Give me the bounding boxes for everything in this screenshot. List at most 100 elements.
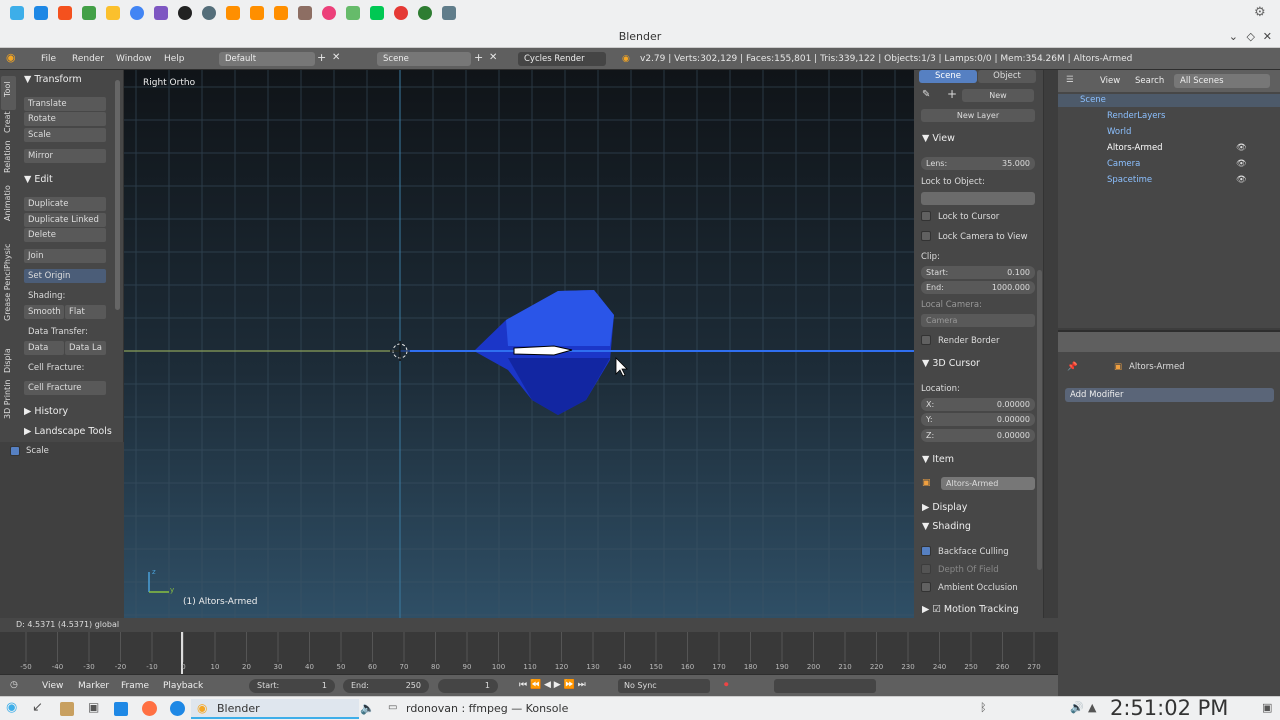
image-icon[interactable] bbox=[298, 6, 312, 20]
speaker-icon[interactable]: 🔈 bbox=[360, 701, 375, 715]
rotate-button[interactable]: Rotate bbox=[24, 112, 106, 126]
display-panel-header[interactable]: ▶ Display bbox=[914, 499, 1044, 517]
view-panel-header[interactable]: ▼ View bbox=[914, 130, 1044, 148]
scale-button[interactable]: Scale bbox=[24, 128, 106, 142]
menu-render[interactable]: Render bbox=[72, 54, 104, 64]
browser-icon[interactable] bbox=[170, 701, 185, 716]
outliner-renderlayers[interactable]: RenderLayers bbox=[1107, 111, 1165, 121]
set-origin-select[interactable]: Set Origin bbox=[24, 269, 106, 283]
3d-cursor-panel-header[interactable]: ▼ 3D Cursor bbox=[914, 355, 1044, 373]
join-button[interactable]: Join bbox=[24, 249, 106, 263]
duplicate-linked-button[interactable]: Duplicate Linked bbox=[24, 213, 106, 227]
bluetooth-icon[interactable]: ᛒ bbox=[980, 701, 987, 714]
local-camera-field[interactable]: Camera bbox=[921, 314, 1035, 327]
color-icon[interactable] bbox=[322, 6, 336, 20]
scene-selector[interactable]: Scene bbox=[377, 52, 471, 66]
clip-end-field[interactable]: End: 1000.000 bbox=[921, 281, 1035, 294]
outliner-search-menu[interactable]: Search bbox=[1135, 76, 1164, 86]
data-button[interactable]: Data bbox=[24, 341, 64, 355]
outliner-filter-select[interactable]: All Scenes bbox=[1174, 74, 1270, 88]
transform-panel-header[interactable]: ▼ Transform bbox=[24, 74, 82, 85]
close-icon[interactable]: ✕ bbox=[1263, 26, 1272, 48]
presentation-icon[interactable] bbox=[58, 6, 72, 20]
obs-icon[interactable] bbox=[178, 6, 192, 20]
start-frame-field[interactable]: Start: 1 bbox=[249, 679, 335, 693]
kde-menu-icon[interactable] bbox=[10, 6, 24, 20]
menu-window[interactable]: Window bbox=[116, 54, 152, 64]
pin-icon[interactable]: 📌 bbox=[1067, 362, 1078, 372]
clip-start-field[interactable]: Start: 0.100 bbox=[921, 266, 1035, 279]
visibility-eye-icon-3[interactable]: 👁 bbox=[1236, 175, 1247, 185]
history-panel-header[interactable]: ▶ History bbox=[24, 406, 68, 417]
render-border-checkbox[interactable] bbox=[921, 335, 931, 345]
screen-icon[interactable] bbox=[442, 6, 456, 20]
outliner-spacetime[interactable]: Spacetime bbox=[1107, 175, 1152, 185]
new-layer-button[interactable]: New Layer bbox=[921, 109, 1035, 122]
lens-field[interactable]: Lens: 35.000 bbox=[921, 157, 1035, 170]
menu-help[interactable]: Help bbox=[164, 54, 185, 64]
add-icon[interactable]: + bbox=[947, 87, 957, 101]
tab-display[interactable]: Displa bbox=[3, 348, 15, 373]
edit-panel-header[interactable]: ▼ Edit bbox=[24, 174, 53, 185]
lock-to-cursor-checkbox[interactable] bbox=[921, 211, 931, 221]
tab-object[interactable]: Object bbox=[978, 70, 1036, 83]
lock-object-field[interactable] bbox=[921, 192, 1035, 205]
minimize-icon[interactable]: ⌄ bbox=[1229, 26, 1238, 48]
green-app-icon[interactable] bbox=[370, 6, 384, 20]
tab-grease-pencil[interactable]: Grease Penci bbox=[3, 269, 15, 321]
tab-create[interactable]: Creat bbox=[3, 111, 15, 133]
maximize-icon[interactable]: ◇ bbox=[1247, 26, 1255, 48]
visibility-eye-icon[interactable]: 👁 bbox=[1236, 143, 1247, 153]
taskbar-app-icon[interactable] bbox=[60, 702, 74, 716]
timeline-frame-menu[interactable]: Frame bbox=[121, 681, 149, 691]
playback-controls-icon[interactable]: ⏮ ⏪ ◀ ▶ ⏩ ⏭ bbox=[519, 680, 586, 690]
end-frame-field[interactable]: End: 250 bbox=[343, 679, 429, 693]
vlc-icon-2[interactable] bbox=[250, 6, 264, 20]
cell-fracture-button[interactable]: Cell Fracture bbox=[24, 381, 106, 395]
pen-icon[interactable] bbox=[346, 6, 360, 20]
lock-camera-checkbox[interactable] bbox=[921, 231, 931, 241]
visibility-eye-icon-2[interactable]: 👁 bbox=[1236, 159, 1247, 169]
spaceship-object[interactable] bbox=[400, 290, 914, 415]
timeline[interactable]: -50 -40 -30 -20 -10 0 10 20 30 40 50 60 70 80 90 100 110… bbox=[0, 632, 1058, 674]
cursor-y-field[interactable]: Y: 0.00000 bbox=[921, 413, 1035, 426]
tray-expand-icon[interactable]: ▲ bbox=[1088, 701, 1096, 714]
current-frame-field[interactable]: 1 bbox=[438, 679, 498, 693]
red-record-icon[interactable] bbox=[394, 6, 408, 20]
3d-cursor-icon[interactable] bbox=[390, 341, 410, 361]
gear-icon[interactable]: ⚙ bbox=[1254, 5, 1270, 21]
tab-relation[interactable]: Relation bbox=[3, 140, 15, 173]
item-panel-header[interactable]: ▼ Item bbox=[914, 451, 1044, 469]
cursor-z-field[interactable]: Z: 0.00000 bbox=[921, 429, 1035, 442]
app-icon[interactable] bbox=[154, 6, 168, 20]
ambient-occlusion-checkbox[interactable] bbox=[921, 582, 931, 592]
smooth-button[interactable]: Smooth bbox=[24, 305, 64, 319]
toolshelf-scrollbar[interactable] bbox=[115, 80, 120, 310]
delete-button[interactable]: Delete bbox=[24, 228, 106, 242]
cursor-x-field[interactable]: X: 0.00000 bbox=[921, 398, 1035, 411]
outliner-altors-armed[interactable]: Altors-Armed bbox=[1107, 143, 1163, 153]
render-engine-select[interactable]: Cycles Render bbox=[518, 52, 606, 66]
volume-icon[interactable]: 🔊 bbox=[1070, 701, 1084, 714]
timeline-editor-icon[interactable]: ◷ bbox=[10, 680, 18, 690]
backface-culling-checkbox[interactable] bbox=[921, 546, 931, 556]
pager-icon[interactable]: ↙ bbox=[32, 700, 43, 715]
outliner-scene[interactable]: Scene bbox=[1080, 95, 1106, 105]
shading-panel-header[interactable]: ▼ Shading bbox=[914, 518, 1044, 536]
outliner-editor-icon[interactable]: ☰ bbox=[1066, 75, 1074, 85]
add-modifier-select[interactable]: Add Modifier bbox=[1065, 388, 1274, 402]
npanel-scrollbar[interactable] bbox=[1037, 270, 1042, 570]
green-record-icon[interactable] bbox=[418, 6, 432, 20]
remove-scene-icon[interactable]: ✕ bbox=[489, 52, 497, 63]
layout-selector[interactable]: Default bbox=[219, 52, 315, 66]
scale-checkbox[interactable] bbox=[10, 446, 20, 456]
taskbar-konsole-label[interactable]: rdonovan : ffmpeg — Konsole bbox=[406, 702, 568, 715]
spreadsheet-icon[interactable] bbox=[82, 6, 96, 20]
desktop-icon[interactable]: ▣ bbox=[1262, 701, 1272, 714]
mirror-button[interactable]: Mirror bbox=[24, 149, 106, 163]
firefox-icon[interactable] bbox=[142, 701, 157, 716]
timeline-view-menu[interactable]: View bbox=[42, 681, 63, 691]
flat-button[interactable]: Flat bbox=[65, 305, 106, 319]
landscape-tools-header[interactable]: ▶ Landscape Tools bbox=[24, 426, 112, 437]
3d-viewport[interactable]: Right Ortho (1) Altors-Armed z y bbox=[124, 70, 914, 618]
